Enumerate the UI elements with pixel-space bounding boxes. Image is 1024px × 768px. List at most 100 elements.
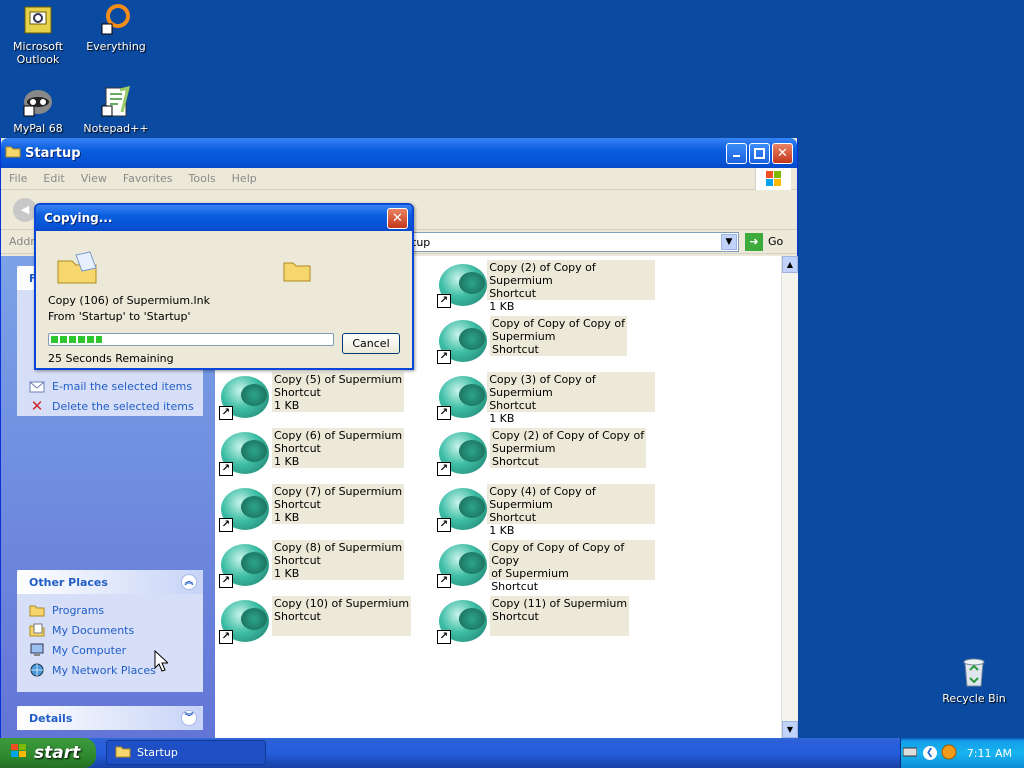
- desktop-icon-everything[interactable]: Everything: [78, 4, 154, 53]
- desktop-icon-label: Recycle Bin: [942, 692, 1006, 705]
- other-places-header[interactable]: Other Places ︽: [17, 570, 203, 594]
- place-my-network-places[interactable]: My Network Places: [17, 660, 203, 680]
- file-label: Copy (11) of Supermium Shortcut: [490, 596, 630, 636]
- place-my-computer[interactable]: My Computer: [17, 640, 203, 660]
- shortcut-arrow-icon: ↗: [437, 406, 451, 420]
- menu-help[interactable]: Help: [224, 172, 265, 185]
- scroll-up-icon[interactable]: ▲: [782, 256, 798, 273]
- desktop-icon-mypal[interactable]: MyPal 68: [0, 86, 76, 135]
- menu-favorites[interactable]: Favorites: [115, 172, 181, 185]
- email-items-link[interactable]: E-mail the selected items: [17, 376, 203, 396]
- shortcut-arrow-icon: ↗: [437, 630, 451, 644]
- file-name-line1: Copy (4) of Copy of Supermium: [489, 485, 596, 511]
- file-item[interactable]: ↗ Copy (3) of Copy of Supermium Shortcut 1 …: [437, 372, 655, 425]
- go-label[interactable]: Go: [768, 235, 783, 248]
- supermium-shortcut-icon: ↗: [437, 316, 487, 366]
- chevron-down-icon[interactable]: ▼: [721, 234, 737, 250]
- desktop-icon-recycle-bin[interactable]: Recycle Bin: [936, 656, 1012, 705]
- file-name-line1: Copy (8) of Supermium: [274, 541, 403, 554]
- supermium-shortcut-icon: ↗: [219, 372, 269, 422]
- delete-items-link[interactable]: ✕ Delete the selected items: [17, 396, 203, 416]
- menu-tools[interactable]: Tools: [181, 172, 224, 185]
- close-button[interactable]: ✕: [772, 142, 793, 164]
- file-name-line1: Copy (11) of Supermium: [492, 597, 628, 610]
- supermium-shortcut-icon: ↗: [437, 372, 487, 422]
- maximize-button[interactable]: [749, 142, 770, 164]
- dialog-close-button[interactable]: ✕: [387, 207, 408, 229]
- file-item[interactable]: ↗ Copy of Copy of Copy of Copy of Supermiu…: [437, 540, 655, 593]
- network-globe-icon: [29, 662, 45, 678]
- file-name-line2: Supermium: [492, 442, 556, 455]
- file-label: Copy (2) of Copy of Copy of Supermium Shor…: [490, 428, 647, 468]
- desktop-icon-notepadpp[interactable]: Notepad++: [78, 85, 154, 135]
- file-name-line2: Shortcut: [274, 610, 321, 623]
- other-places-panel: Other Places ︽ Programs My Documents My …: [17, 570, 203, 692]
- keyboard-icon[interactable]: [902, 747, 918, 760]
- file-label: Copy (3) of Copy of Supermium Shortcut 1 K…: [487, 372, 655, 425]
- mouse-cursor-icon: [154, 649, 170, 675]
- menu-bar: File Edit View Favorites Tools Help: [1, 168, 797, 190]
- window-title: Startup: [25, 145, 81, 161]
- file-label: Copy (7) of Supermium Shortcut 1 KB: [272, 484, 405, 524]
- expand-chevron-icon[interactable]: ︾: [181, 710, 197, 726]
- file-size: Shortcut: [492, 343, 539, 356]
- file-size: 1 KB: [274, 567, 300, 580]
- desktop-icon-label: MyPal 68: [13, 122, 63, 135]
- file-size: 1 KB: [274, 455, 300, 468]
- tray-app-icon[interactable]: [941, 744, 957, 763]
- place-programs[interactable]: Programs: [17, 600, 203, 620]
- file-name-line1: Copy (2) of Copy of Supermium: [489, 261, 596, 287]
- shortcut-arrow-icon: ↗: [219, 406, 233, 420]
- menu-edit[interactable]: Edit: [35, 172, 72, 185]
- supermium-shortcut-icon: ↗: [219, 428, 269, 478]
- file-label: Copy of Copy of Copy of Copy of Supermium…: [489, 540, 655, 593]
- shortcut-arrow-icon: ↗: [219, 630, 233, 644]
- copying-dialog[interactable]: Copying... ✕ Copy (106) of Supermium.lnk…: [34, 203, 414, 370]
- file-size: 1 KB: [274, 511, 300, 524]
- supermium-shortcut-icon: ↗: [219, 540, 269, 590]
- details-panel: Details ︾: [17, 706, 203, 730]
- file-name-line2: Shortcut: [274, 442, 321, 455]
- desktop-icon-outlook[interactable]: Microsoft Outlook: [0, 4, 76, 66]
- window-titlebar[interactable]: Startup ✕: [1, 138, 797, 168]
- vertical-scrollbar[interactable]: ▲ ▼: [781, 256, 798, 738]
- file-item[interactable]: ↗ Copy (10) of Supermium Shortcut: [219, 596, 437, 648]
- file-size: 1 KB: [489, 524, 515, 537]
- file-name-line1: Copy (6) of Supermium: [274, 429, 403, 442]
- taskbar-item-startup[interactable]: Startup: [106, 740, 266, 765]
- file-item[interactable]: ↗ Copy (6) of Supermium Shortcut 1 KB: [219, 428, 437, 480]
- file-item[interactable]: ↗ Copy (8) of Supermium Shortcut 1 KB: [219, 540, 437, 592]
- mypal-raccoon-icon: [22, 86, 54, 118]
- place-my-documents[interactable]: My Documents: [17, 620, 203, 640]
- menu-view[interactable]: View: [73, 172, 115, 185]
- system-tray: ❮ 7:11 AM: [900, 738, 1024, 768]
- scroll-down-icon[interactable]: ▼: [782, 721, 798, 738]
- taskbar: start Startup ❮ 7:11 AM: [0, 738, 1024, 768]
- tray-expand-icon[interactable]: ❮: [922, 746, 937, 760]
- details-header[interactable]: Details ︾: [17, 706, 203, 730]
- cancel-button[interactable]: Cancel: [342, 333, 400, 354]
- file-label: Copy (4) of Copy of Supermium Shortcut 1 K…: [487, 484, 655, 537]
- menu-file[interactable]: File: [1, 172, 35, 185]
- file-item[interactable]: ↗ Copy (4) of Copy of Supermium Shortcut 1 …: [437, 484, 655, 537]
- start-button[interactable]: start: [0, 738, 96, 768]
- supermium-shortcut-icon: ↗: [437, 484, 487, 534]
- everything-icon: [100, 4, 132, 36]
- file-item[interactable]: ↗ Copy (11) of Supermium Shortcut: [437, 596, 655, 648]
- collapse-chevron-icon[interactable]: ︽: [181, 574, 197, 590]
- go-arrow-icon[interactable]: ➜: [745, 233, 763, 251]
- file-label: Copy (6) of Supermium Shortcut 1 KB: [272, 428, 405, 468]
- dialog-titlebar[interactable]: Copying... ✕: [36, 205, 412, 231]
- file-item[interactable]: ↗ Copy (5) of Supermium Shortcut 1 KB: [219, 372, 437, 424]
- minimize-button[interactable]: [726, 142, 747, 164]
- dialog-title: Copying...: [44, 211, 113, 225]
- time-remaining: 25 Seconds Remaining: [48, 352, 174, 365]
- file-name-line1: Copy (5) of Supermium: [274, 373, 403, 386]
- clock[interactable]: 7:11 AM: [967, 747, 1012, 760]
- file-item[interactable]: ↗ Copy of Copy of Copy of Supermium Shortcu…: [437, 316, 655, 368]
- file-item[interactable]: ↗ Copy (2) of Copy of Supermium Shortcut 1 …: [437, 260, 655, 313]
- address-label: Addr: [9, 235, 35, 248]
- file-size: 1 KB: [489, 300, 515, 313]
- file-item[interactable]: ↗ Copy (2) of Copy of Copy of Supermium Sho…: [437, 428, 655, 480]
- file-item[interactable]: ↗ Copy (7) of Supermium Shortcut 1 KB: [219, 484, 437, 536]
